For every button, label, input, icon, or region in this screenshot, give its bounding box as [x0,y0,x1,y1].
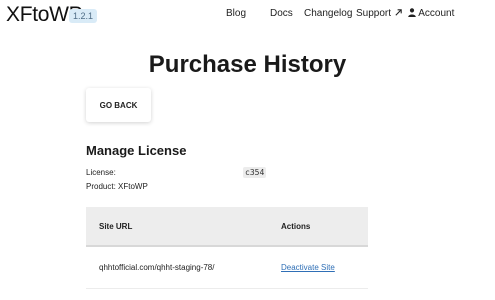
site-url-cell: qhhtofficial.com/qhht-staging-78/ [99,263,215,272]
nav-account[interactable]: Account [408,8,454,19]
nav-docs[interactable]: Docs [270,8,293,19]
column-header-actions: Actions [281,222,311,231]
table-header: Site URL Actions [86,207,368,247]
nav-blog[interactable]: Blog [226,8,246,19]
nav-blog-label[interactable]: Blog [226,8,246,19]
deactivate-site-link[interactable]: Deactivate Site [281,263,335,272]
sites-table: Site URL Actions qhhtofficial.com/qhht-s… [86,207,368,289]
user-icon [408,8,418,19]
nav-account-label[interactable]: Account [418,8,454,19]
license-key: c354 [243,167,267,178]
nav-changelog-label[interactable]: Changelog [304,8,352,19]
nav-support[interactable]: Support [356,8,403,19]
table-row: qhhtofficial.com/qhht-staging-78/ Deacti… [86,247,368,289]
external-link-icon [394,8,403,19]
page-title: Purchase History [148,51,347,78]
nav-docs-label[interactable]: Docs [270,8,293,19]
go-back-button[interactable]: GO BACK [86,88,151,122]
license-label: License: [86,168,116,177]
column-header-site-url: Site URL [99,222,133,231]
nav-changelog[interactable]: Changelog [304,8,352,19]
nav-support-label[interactable]: Support [356,8,391,19]
section-title: Manage License [86,143,187,158]
product-line: Product: XFtoWP [86,182,148,191]
version-badge: 1.2.1 [69,9,98,23]
